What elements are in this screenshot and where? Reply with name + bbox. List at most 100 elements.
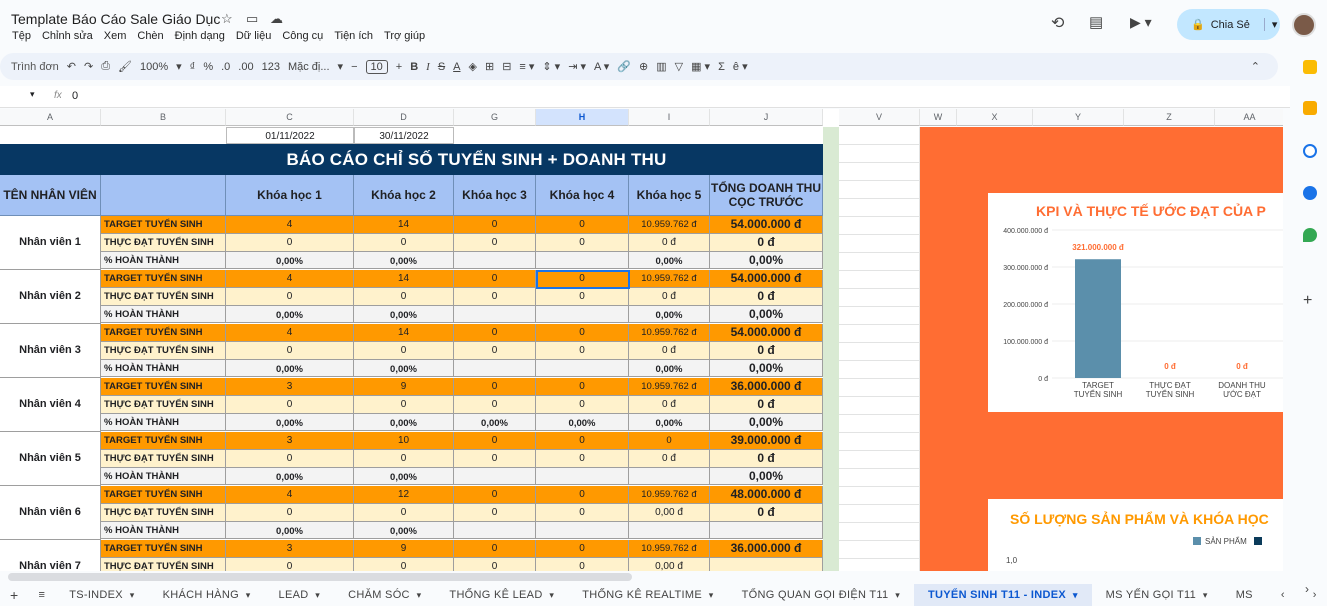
menu-search[interactable]: Trình đơn bbox=[11, 61, 59, 73]
percent-value[interactable] bbox=[629, 522, 710, 539]
percent-value[interactable] bbox=[454, 522, 536, 539]
actual-value[interactable]: 0 bbox=[226, 450, 354, 468]
keep-icon[interactable] bbox=[1303, 101, 1317, 115]
empty-cell[interactable] bbox=[839, 235, 920, 253]
column-header-b[interactable]: B bbox=[101, 109, 226, 126]
column-header-c[interactable]: C bbox=[226, 109, 354, 126]
percent-value[interactable] bbox=[629, 468, 710, 485]
align-icon[interactable]: ≡ ▾ bbox=[519, 60, 534, 73]
target-value[interactable]: 4 bbox=[226, 486, 354, 504]
spreadsheet-grid[interactable]: KPI VÀ THỰC TẾ ƯỚC ĐẠT CỦA P 0 đ 100.000.0… bbox=[0, 109, 1283, 571]
side-panel-toggle-icon[interactable]: › bbox=[1305, 582, 1309, 596]
rotate-icon[interactable]: A ▾ bbox=[594, 60, 609, 73]
empty-cell[interactable] bbox=[839, 145, 920, 163]
employee-name[interactable]: Nhân viên 6 bbox=[0, 486, 101, 540]
empty-cell[interactable] bbox=[839, 307, 920, 325]
filter-icon[interactable]: ▽ bbox=[675, 60, 683, 73]
menu-item[interactable]: Dữ liệu bbox=[236, 30, 272, 42]
tab-dropdown-icon[interactable]: ▾ bbox=[1070, 590, 1078, 600]
empty-cell[interactable] bbox=[839, 325, 920, 343]
percent-value[interactable]: 0,00% bbox=[536, 414, 629, 431]
target-value[interactable]: 10.959.762 đ bbox=[629, 324, 710, 342]
target-value[interactable]: 14 bbox=[354, 270, 454, 288]
percent-value[interactable]: 0,00% bbox=[226, 414, 354, 431]
empty-cell[interactable] bbox=[839, 559, 920, 571]
bold-icon[interactable]: B bbox=[410, 61, 418, 73]
actual-value[interactable]: 0 đ bbox=[629, 396, 710, 414]
actual-value[interactable]: 0 bbox=[354, 450, 454, 468]
actual-value[interactable]: 0 bbox=[354, 396, 454, 414]
horizontal-scrollbar[interactable] bbox=[8, 573, 632, 581]
column-header-w[interactable]: W bbox=[920, 109, 957, 126]
actual-value[interactable]: 0 bbox=[226, 558, 354, 571]
percent-value[interactable]: 0,00% bbox=[710, 468, 823, 485]
actual-value[interactable]: 0 bbox=[226, 504, 354, 522]
target-value[interactable]: 10.959.762 đ bbox=[629, 540, 710, 558]
column-header-aa[interactable]: AA bbox=[1215, 109, 1283, 126]
employee-name[interactable]: Nhân viên 1 bbox=[0, 216, 101, 270]
percent-value[interactable]: 0,00% bbox=[226, 252, 354, 269]
empty-cell[interactable] bbox=[839, 523, 920, 541]
actual-value[interactable]: 0 bbox=[536, 504, 629, 522]
actual-value[interactable]: 0 bbox=[454, 396, 536, 414]
scroll-right-icon[interactable]: › bbox=[1299, 589, 1327, 601]
empty-cell[interactable] bbox=[839, 181, 920, 199]
percent-value[interactable] bbox=[454, 360, 536, 377]
target-value[interactable]: 12 bbox=[354, 486, 454, 504]
employee-name[interactable]: Nhân viên 4 bbox=[0, 378, 101, 432]
actual-value[interactable]: 0 bbox=[454, 558, 536, 571]
actual-value[interactable]: 0 bbox=[536, 450, 629, 468]
employee-name[interactable]: Nhân viên 7 bbox=[0, 540, 101, 571]
target-value[interactable]: 54.000.000 đ bbox=[710, 270, 823, 288]
target-value[interactable]: 3 bbox=[226, 378, 354, 396]
formula-input[interactable]: 0 bbox=[72, 90, 78, 102]
percent-value[interactable]: 0,00% bbox=[354, 522, 454, 539]
tab-dropdown-icon[interactable]: ▾ bbox=[892, 590, 900, 600]
add-sheet-icon[interactable]: + bbox=[0, 587, 28, 603]
target-value[interactable]: 14 bbox=[354, 324, 454, 342]
avatar[interactable] bbox=[1292, 13, 1316, 37]
target-value[interactable]: 10 bbox=[354, 432, 454, 450]
percent-value[interactable]: 0,00% bbox=[710, 306, 823, 323]
target-value[interactable]: 0 bbox=[454, 540, 536, 558]
percent-value[interactable]: 0,00% bbox=[226, 360, 354, 377]
actual-value[interactable]: 0 bbox=[454, 342, 536, 360]
actual-value[interactable]: 0 bbox=[454, 288, 536, 306]
actual-value[interactable]: 0,00 đ bbox=[629, 558, 710, 571]
maps-icon[interactable] bbox=[1303, 228, 1317, 242]
filter-views-icon[interactable]: ▦ ▾ bbox=[691, 60, 710, 73]
actual-value[interactable]: 0 bbox=[454, 504, 536, 522]
menu-item[interactable]: Tiện ích bbox=[334, 30, 373, 42]
percent-value[interactable]: 0,00% bbox=[354, 468, 454, 485]
sheet-tab[interactable]: TS-INDEX ▾ bbox=[55, 589, 148, 601]
target-value[interactable]: 4 bbox=[226, 216, 354, 234]
actual-value[interactable]: 0 đ bbox=[629, 450, 710, 468]
comment-icon[interactable]: ▤ bbox=[1089, 13, 1103, 31]
empty-cell[interactable] bbox=[839, 217, 920, 235]
target-value[interactable]: 0 bbox=[454, 270, 536, 288]
sheet-tab[interactable]: THỐNG KÊ LEAD ▾ bbox=[435, 589, 568, 601]
actual-value[interactable]: 0 bbox=[354, 504, 454, 522]
print-icon[interactable]: ⎙ bbox=[101, 60, 110, 73]
share-dropdown-icon[interactable]: ▾ bbox=[1263, 18, 1277, 31]
valign-icon[interactable]: ⇕ ▾ bbox=[542, 60, 560, 73]
more-formats[interactable]: 123 bbox=[262, 61, 280, 73]
italic-icon[interactable]: I bbox=[426, 61, 430, 73]
employee-name[interactable]: Nhân viên 3 bbox=[0, 324, 101, 378]
employee-name[interactable]: Nhân viên 2 bbox=[0, 270, 101, 324]
actual-value[interactable]: 0 bbox=[536, 342, 629, 360]
target-value[interactable]: 0 bbox=[454, 324, 536, 342]
target-value[interactable]: 10.959.762 đ bbox=[629, 216, 710, 234]
empty-cell[interactable] bbox=[839, 271, 920, 289]
tab-dropdown-icon[interactable]: ▾ bbox=[1200, 590, 1208, 600]
meet-icon[interactable]: ▶ ▾ bbox=[1130, 14, 1152, 31]
tab-dropdown-icon[interactable]: ▾ bbox=[547, 590, 555, 600]
link-icon[interactable]: 🔗 bbox=[617, 60, 631, 73]
zoom-select[interactable]: 100% bbox=[140, 61, 168, 73]
target-value[interactable]: 0 bbox=[536, 432, 629, 450]
actual-value[interactable]: 0 bbox=[454, 234, 536, 252]
wrap-icon[interactable]: ⇥ ▾ bbox=[568, 60, 586, 73]
target-value[interactable]: 0 bbox=[454, 486, 536, 504]
actual-value[interactable]: 0 đ bbox=[710, 288, 823, 306]
target-value[interactable]: 10.959.762 đ bbox=[629, 486, 710, 504]
